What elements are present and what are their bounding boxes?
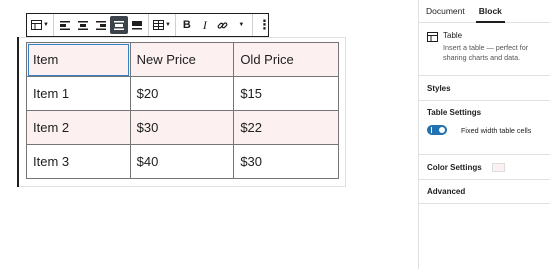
color-settings-title: Color Settings	[427, 162, 482, 172]
chevron-down-icon: ▼	[164, 22, 171, 28]
advanced-panel[interactable]: Advanced	[419, 180, 550, 204]
table-settings-title[interactable]: Table Settings	[427, 108, 542, 117]
chevron-down-icon: ▼	[43, 22, 49, 28]
table-row: Item 3 $40 $30	[26, 144, 339, 179]
fixed-width-toggle[interactable]	[427, 125, 447, 135]
link-button[interactable]	[214, 16, 232, 34]
chevron-down-icon: ▼	[238, 22, 245, 28]
align-wide-icon	[113, 20, 124, 30]
table-cell[interactable]: $40	[129, 144, 235, 179]
sidebar-tabs: Document Block	[419, 0, 550, 23]
styles-panel-title: Styles	[427, 83, 451, 93]
more-options-icon: ⋮	[257, 17, 271, 32]
toolbar-group-more: ⋮	[253, 14, 275, 36]
table-cell[interactable]: $30	[233, 144, 339, 179]
more-formats-button[interactable]: ▼	[232, 16, 250, 34]
table-row: Item 1 $20 $15	[26, 76, 339, 111]
table-row: Item New Price Old Price	[26, 42, 339, 77]
table-icon	[427, 32, 438, 42]
table-icon	[31, 20, 42, 30]
align-full-button[interactable]	[128, 16, 146, 34]
toolbar-group-align	[54, 14, 149, 36]
editor-canvas: ▼ ▼ B I ▼ ⋮ Item New Price Old Price Ite…	[0, 0, 418, 269]
fixed-width-setting: Fixed width table cells	[427, 125, 542, 135]
more-options-button[interactable]: ⋮	[255, 16, 273, 34]
table-cell[interactable]: New Price	[129, 42, 235, 77]
bold-button[interactable]: B	[178, 16, 196, 34]
align-right-icon	[95, 20, 106, 30]
align-wide-button[interactable]	[109, 16, 128, 34]
block-toolbar: ▼ ▼ B I ▼ ⋮	[26, 13, 271, 37]
align-right-button[interactable]	[92, 16, 110, 34]
block-card: Table Insert a table — perfect for shari…	[419, 23, 550, 76]
align-left-icon	[59, 20, 70, 30]
toolbar-group-block: ▼	[27, 14, 54, 36]
table-cell[interactable]: Item	[26, 42, 131, 77]
align-full-icon	[131, 20, 142, 29]
styles-panel[interactable]: Styles	[419, 76, 550, 101]
toolbar-group-format: B I ▼	[176, 14, 253, 36]
table-cell[interactable]: Old Price	[233, 42, 339, 77]
table-cell[interactable]: Item 1	[26, 76, 131, 111]
price-table: Item New Price Old Price Item 1 $20 $15 …	[26, 42, 339, 179]
table-cell[interactable]: Item 3	[26, 144, 131, 179]
edit-table-button[interactable]: ▼	[151, 16, 173, 34]
table-cell[interactable]: $20	[129, 76, 235, 111]
advanced-panel-title: Advanced	[427, 187, 466, 196]
block-type-button[interactable]: ▼	[29, 16, 51, 34]
table-cell[interactable]: $30	[129, 110, 235, 145]
italic-button[interactable]: I	[196, 16, 214, 34]
toolbar-group-table: ▼	[149, 14, 176, 36]
tab-document[interactable]: Document	[419, 0, 472, 22]
fixed-width-label: Fixed width table cells	[461, 125, 532, 135]
table-settings-panel: Table Settings Fixed width table cells	[419, 101, 550, 155]
table-cell[interactable]: $15	[233, 76, 339, 111]
link-icon	[217, 21, 228, 29]
color-settings-panel[interactable]: Color Settings	[419, 155, 550, 180]
table-edit-icon	[152, 20, 164, 30]
table-cell[interactable]: $22	[233, 110, 339, 145]
color-swatch	[491, 162, 505, 172]
align-center-icon	[77, 20, 88, 30]
block-description: Insert a table — perfect for sharing cha…	[443, 43, 529, 62]
align-left-button[interactable]	[56, 16, 74, 34]
align-center-button[interactable]	[74, 16, 92, 34]
block-title: Table	[443, 31, 463, 40]
table-row: Item 2 $30 $22	[26, 110, 339, 145]
tab-block[interactable]: Block	[472, 0, 509, 23]
table-cell[interactable]: Item 2	[26, 110, 131, 145]
settings-sidebar: Document Block Table Insert a table — pe…	[418, 0, 550, 269]
